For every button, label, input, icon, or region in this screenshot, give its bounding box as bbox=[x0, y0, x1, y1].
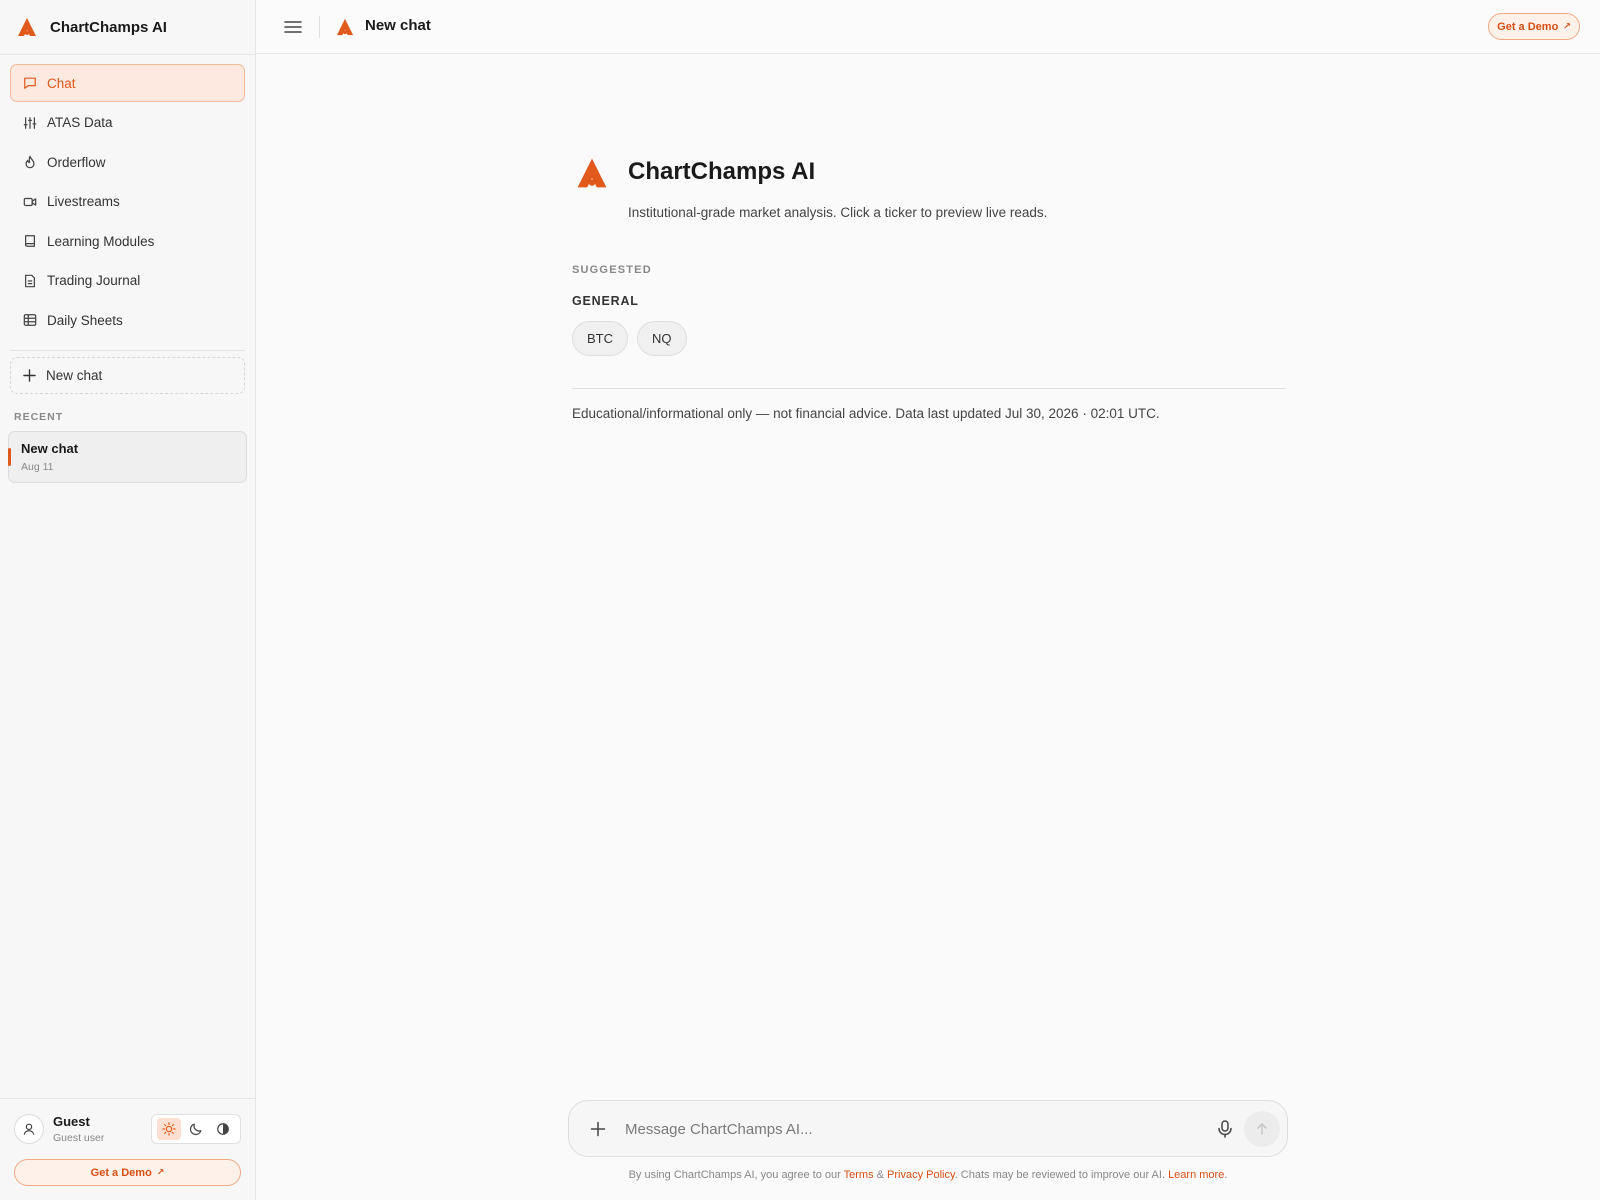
chartchamps-logo-icon bbox=[336, 18, 354, 36]
sidebar-item-label: Learning Modules bbox=[47, 233, 155, 249]
attach-plus-icon[interactable] bbox=[590, 1121, 606, 1137]
chat-bubble-icon bbox=[24, 77, 36, 89]
chartchamps-logo-icon bbox=[577, 158, 607, 188]
sidebar-item-label: ATAS Data bbox=[47, 115, 113, 130]
category-label: GENERAL bbox=[572, 294, 639, 308]
message-input[interactable] bbox=[625, 1111, 1185, 1147]
new-chat-label: New chat bbox=[46, 368, 103, 383]
arrow-up-icon bbox=[1257, 1123, 1267, 1135]
privacy-policy-link[interactable]: Privacy Policy bbox=[887, 1169, 955, 1181]
sidebar-brand[interactable]: ChartChamps AI bbox=[0, 0, 255, 55]
learn-more-link[interactable]: Learn more bbox=[1168, 1169, 1224, 1181]
book-icon bbox=[25, 235, 35, 247]
table-icon bbox=[23, 314, 37, 326]
sidebar-nav: Chat ATAS Data Orderflow Livestreams Lea… bbox=[10, 64, 245, 341]
page-title: New chat bbox=[365, 17, 431, 34]
top-bar: New chat Get a Demo ↗ bbox=[256, 0, 1600, 54]
arrow-up-right-icon: ↗ bbox=[1563, 21, 1571, 31]
sidebar-get-demo-button[interactable]: Get a Demo ↗ bbox=[14, 1159, 241, 1186]
topbar-get-demo-button[interactable]: Get a Demo ↗ bbox=[1488, 13, 1580, 40]
sidebar-item-label: Trading Journal bbox=[47, 273, 141, 288]
user-role: Guest user bbox=[53, 1132, 105, 1144]
sidebar-item-label: Livestreams bbox=[47, 194, 120, 209]
theme-contrast-button[interactable] bbox=[211, 1118, 235, 1140]
theme-dark-button[interactable] bbox=[184, 1118, 208, 1140]
recent-chat-item[interactable]: New chat Aug 11 bbox=[8, 431, 247, 483]
terms-link[interactable]: Terms bbox=[844, 1169, 874, 1181]
avatar bbox=[14, 1114, 44, 1144]
chartchamps-logo-icon bbox=[18, 18, 36, 36]
footer-amp: & bbox=[873, 1169, 888, 1181]
sidebar-item-label: Daily Sheets bbox=[47, 312, 123, 328]
hero-title: ChartChamps AI bbox=[628, 158, 816, 185]
ticker-chips: BTC NQ bbox=[572, 321, 696, 356]
recent-chat-date: Aug 11 bbox=[21, 461, 54, 473]
sidebar-item-atas-data[interactable]: ATAS Data bbox=[10, 104, 245, 142]
microphone-icon[interactable] bbox=[1215, 1119, 1235, 1139]
disclaimer-text: Educational/informational only — not fin… bbox=[572, 406, 1160, 421]
sidebar-item-trading-journal[interactable]: Trading Journal bbox=[10, 262, 245, 300]
sidebar-item-chat[interactable]: Chat bbox=[10, 64, 245, 102]
recent-chat-title: New chat bbox=[21, 441, 79, 456]
flame-icon bbox=[25, 155, 35, 169]
new-chat-button[interactable]: New chat bbox=[10, 357, 245, 394]
ticker-chip-btc[interactable]: BTC bbox=[572, 321, 628, 356]
content-divider bbox=[572, 388, 1285, 389]
arrow-up-right-icon: ↗ bbox=[156, 1167, 165, 1177]
hamburger-menu-icon[interactable] bbox=[283, 17, 303, 37]
plus-icon bbox=[23, 369, 36, 382]
moon-icon bbox=[189, 1123, 202, 1136]
sidebar-item-daily-sheets[interactable]: Daily Sheets bbox=[10, 301, 245, 339]
theme-switcher bbox=[151, 1114, 241, 1144]
brand-name: ChartChamps AI bbox=[50, 18, 167, 36]
hero-subtitle: Institutional-grade market analysis. Cli… bbox=[628, 205, 1048, 220]
recent-section-label: RECENT bbox=[14, 411, 64, 423]
sun-icon bbox=[161, 1122, 176, 1136]
sidebar-item-label: Chat bbox=[47, 75, 76, 91]
user-icon bbox=[23, 1123, 35, 1135]
ticker-chip-nq[interactable]: NQ bbox=[637, 321, 687, 356]
footer-middle: . Chats may be reviewed to improve our A… bbox=[954, 1169, 1169, 1181]
sidebar-item-label: Orderflow bbox=[47, 154, 106, 170]
footer-prefix: By using ChartChamps AI, you agree to ou… bbox=[628, 1169, 844, 1181]
video-icon bbox=[23, 197, 37, 206]
contrast-icon bbox=[217, 1123, 230, 1135]
sidebar-item-livestreams[interactable]: Livestreams bbox=[10, 183, 245, 221]
sliders-icon bbox=[23, 116, 37, 129]
get-demo-label: Get a Demo bbox=[1497, 20, 1559, 33]
user-name: Guest bbox=[53, 1114, 90, 1129]
send-button[interactable] bbox=[1244, 1111, 1280, 1147]
sidebar-footer: Guest Guest user Get a Demo ↗ bbox=[0, 1098, 255, 1200]
sidebar: ChartChamps AI Chat ATAS Data Orderflow … bbox=[0, 0, 256, 1200]
sidebar-item-learning-modules[interactable]: Learning Modules bbox=[10, 222, 245, 260]
sidebar-divider bbox=[10, 350, 245, 351]
legal-footer: By using ChartChamps AI, you agree to ou… bbox=[568, 1169, 1288, 1181]
suggested-label: SUGGESTED bbox=[572, 264, 652, 276]
document-icon bbox=[25, 274, 35, 287]
sidebar-item-orderflow[interactable]: Orderflow bbox=[10, 143, 245, 181]
user-profile[interactable]: Guest Guest user bbox=[14, 1114, 104, 1144]
theme-light-button[interactable] bbox=[156, 1118, 181, 1140]
footer-suffix: . bbox=[1224, 1169, 1228, 1181]
topbar-divider bbox=[319, 16, 320, 38]
get-demo-label: Get a Demo bbox=[90, 1166, 152, 1179]
message-composer bbox=[568, 1100, 1288, 1157]
